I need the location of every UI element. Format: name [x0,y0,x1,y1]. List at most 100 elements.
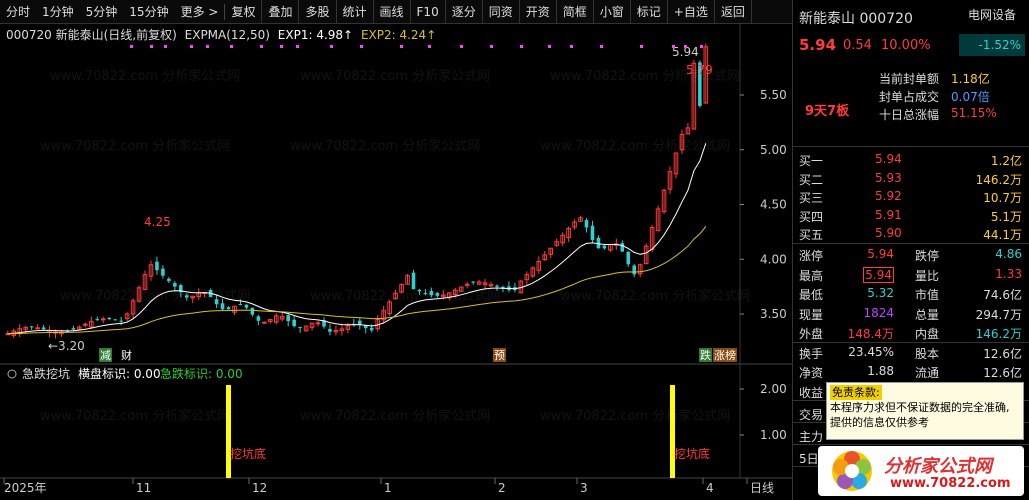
divider [793,444,1029,445]
flower-logo-icon [832,451,872,491]
price-tick-label: 5.00 [760,143,787,157]
watermark-text: www.70822.com 分析家公式网 [550,68,740,84]
event-marker: 财 [121,348,132,362]
sector-name[interactable]: 电网设备 [959,6,1025,23]
stat-value: 74.6亿 [983,288,1022,302]
time-label: 日线 [750,481,774,495]
cut-row-label: 收益 [799,386,824,400]
logo-text: 分析家公式网 [884,456,992,477]
sub-label-1: 横盘标识: 0.00 [78,366,161,381]
stat-value: 4.86 [995,247,1022,261]
stock-title: 新能泰山 000720 [799,8,913,28]
time-label: 2 [498,481,506,495]
low-annotation: ←3.20 [48,339,85,353]
collapse-icon [7,369,17,379]
candle-down [256,316,261,321]
candle-down [119,320,123,322]
bid-price: 5.92 [875,189,902,203]
signal-dot [460,45,463,48]
stat-label: 股本 [915,346,940,361]
stats-row: 净资 1.88 流通 12.6亿 [793,362,1029,381]
ten-day-gain: 51.15% [951,106,997,120]
bid-label: 买二 [799,172,824,187]
stat-value: 12.6亿 [983,346,1022,361]
price-change-pct: 10.00% [881,38,931,53]
candle-down [620,243,625,252]
candle-down [95,319,100,321]
candle-up [262,321,267,324]
high-annotation: 4.25 [144,215,171,229]
bid-label: 买一 [799,154,824,168]
tooltip-line1: 本程序力求但不保证数据的完全准确, [830,401,1010,414]
ten-day-label: 十日总涨幅 [879,108,940,122]
stats-row: 最高 5.94 量比 1.33 [793,265,1029,284]
candle-down [471,281,475,283]
order-book-row: 买五 5.90 44.1万 [793,224,1029,243]
price-tick-label: 3.50 [760,307,787,321]
dig-bar-label: 挖坑底 [674,446,710,461]
candle-down [113,319,117,321]
stat-value: 294.7万 [975,307,1022,322]
signal-dot [548,45,551,48]
event-marker: 涨榜 [714,348,736,362]
time-label: 4 [706,481,714,495]
watermark-text: www.70822.com 分析家公式网 [300,68,490,84]
signal-dot [330,45,333,48]
cut-row-label: 交易 [799,408,824,422]
candle-down [411,272,416,290]
watermark-text: www.70822.com 分析家公式网 [40,408,230,424]
signal-dot [570,45,573,48]
order-book-row: 买一 5.94 1.2亿 [793,150,1029,169]
exp1-line [7,143,707,335]
candle-down [590,225,595,241]
watermark-text: www.70822.com 分析家公式网 [560,288,750,304]
stat-value: 5.32 [867,286,894,300]
kline-svg: 5.505.004.504.003.504.25←3.205.945.79减财预… [0,24,792,495]
seal-ratio-label: 封单占成交 [879,90,940,104]
candle-down [226,307,231,310]
stat-label: 跌停 [915,249,940,263]
cut-row-label: 主力 [799,430,824,444]
signal-dot [684,45,687,48]
divider [793,146,1029,147]
time-label: 1 [384,481,392,495]
candle-down [71,328,76,330]
candle-down [220,303,225,310]
price-change: 0.54 [843,38,872,53]
signal-dot [280,45,283,48]
stat-label: 内盘 [915,327,940,341]
dig-bar-label: 挖坑底 [230,446,266,461]
price-tick-label: 4.50 [760,198,787,212]
stats-row: 换手 23.45% 股本 12.6亿 [793,343,1029,362]
watermark-text: www.70822.com 分析家公式网 [540,408,730,424]
stats-row: 最低 5.32 市值 74.6亿 [793,284,1029,303]
candle-down [626,251,631,265]
stat-label: 净资 [799,366,824,380]
watermark-text: www.70822.com 分析家公式网 [60,288,250,304]
sub-label-2: 急跌标识: 0.00 [160,366,243,381]
sector-change: -1.52% [959,34,1025,56]
order-book-row: 买四 5.91 5.1万 [793,206,1029,225]
stock-name: 新能泰山 [799,11,855,27]
signal-dot [190,45,193,48]
candle-down [584,220,589,228]
stat-value: 5.94 [867,247,894,261]
stat-label: 涨停 [799,249,824,263]
signal-dot [230,45,233,48]
watermark-text: www.70822.com 分析家公式网 [290,138,480,154]
signal-dot [490,45,493,48]
signal-dot [296,45,299,48]
bid-price: 5.91 [875,207,902,222]
exp2-line [7,226,707,335]
candle-down [286,315,290,322]
candle-down [250,307,255,315]
time-label: 11 [136,481,151,495]
bid-volume: 146.2万 [975,172,1022,187]
candle-down [107,317,112,320]
stat-label: 最高 [799,268,824,283]
time-label: 3 [580,481,588,495]
watermark-text: www.70822.com 分析家公式网 [40,138,230,154]
price-tick-label: 4.00 [760,252,787,266]
divider [793,243,1029,244]
bid-volume: 5.1万 [990,209,1022,224]
